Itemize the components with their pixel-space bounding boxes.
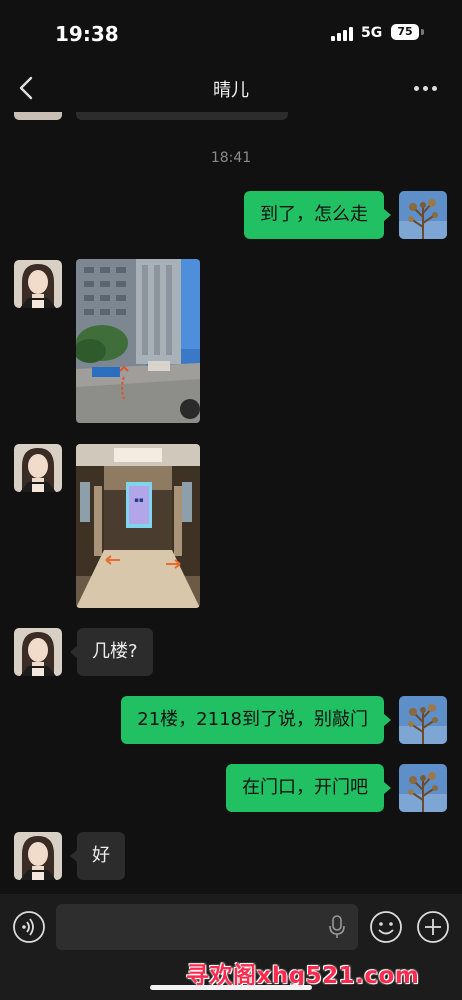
shared-photo-elevator-lobby[interactable]: ▪▪ — [76, 444, 200, 608]
contact-avatar[interactable] — [14, 444, 62, 492]
my-avatar[interactable] — [399, 696, 447, 744]
more-icon[interactable] — [414, 86, 438, 92]
contact-avatar[interactable] — [14, 628, 62, 676]
shared-photo-street[interactable] — [76, 259, 200, 423]
message-text: 好 — [92, 845, 110, 866]
network-label: 5G — [361, 25, 383, 41]
voice-mode-icon[interactable] — [12, 910, 46, 944]
message-bubble-outgoing[interactable]: 21楼，2118到了说，别敲门 — [121, 696, 391, 744]
my-avatar[interactable] — [399, 764, 447, 812]
previous-message-partial — [76, 112, 288, 120]
contact-avatar[interactable] — [14, 832, 62, 880]
signal-icon — [331, 27, 355, 41]
chat-header: 晴儿 — [0, 62, 462, 114]
message-text: 21楼，2118到了说，别敲门 — [137, 709, 368, 730]
contact-avatar[interactable] — [14, 260, 62, 308]
battery-tip — [421, 29, 424, 35]
message-bubble-outgoing[interactable]: 到了，怎么走 — [244, 191, 391, 239]
message-timestamp: 18:41 — [210, 150, 252, 166]
message-bubble-outgoing[interactable]: 在门口，开门吧 — [226, 764, 391, 812]
message-bubble-incoming[interactable]: 好 — [70, 832, 125, 880]
status-bar: 19:38 5G 75 — [0, 0, 462, 62]
emoji-icon[interactable] — [369, 910, 403, 944]
my-avatar[interactable] — [399, 191, 447, 239]
chat-title: 晴儿 — [213, 80, 249, 101]
home-indicator[interactable] — [150, 985, 312, 990]
message-bubble-incoming[interactable]: 几楼? — [70, 628, 153, 676]
battery-icon: 75 — [391, 24, 419, 40]
message-input[interactable] — [56, 904, 358, 950]
message-text: 几楼? — [92, 641, 138, 662]
microphone-icon[interactable] — [328, 915, 346, 939]
svg-text:▪▪: ▪▪ — [134, 496, 144, 504]
status-time: 19:38 — [55, 22, 119, 46]
message-text: 在门口，开门吧 — [242, 777, 368, 798]
message-text: 到了，怎么走 — [260, 204, 368, 225]
add-more-icon[interactable] — [416, 910, 450, 944]
contact-avatar-partial — [14, 112, 62, 120]
